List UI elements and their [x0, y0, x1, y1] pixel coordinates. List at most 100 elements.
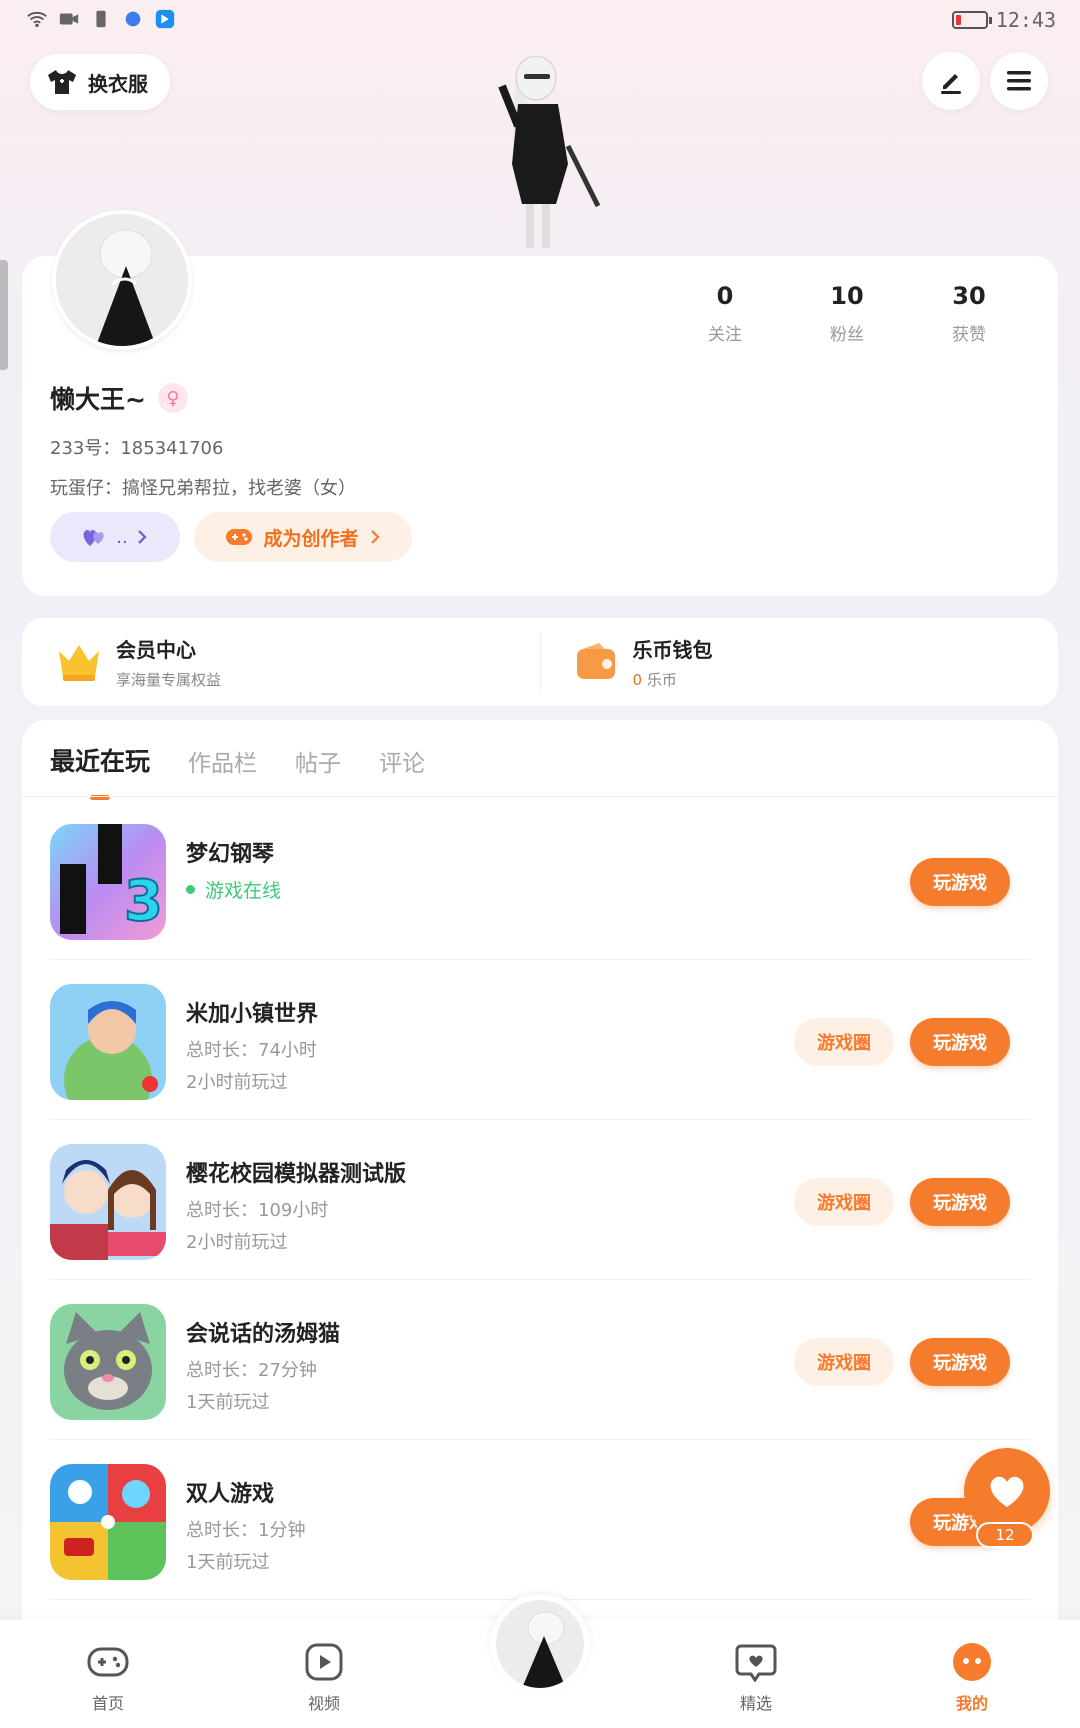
game-last-played: 1天前玩过 — [186, 1392, 270, 1413]
member-center-title: 会员中心 — [116, 638, 196, 662]
member-wallet-card: 会员中心 享海量专属权益 乐币钱包 0 乐币 — [22, 618, 1058, 706]
gamepad-icon — [86, 1640, 130, 1684]
app-notify-icon-2 — [155, 9, 175, 29]
game-icon-dream-piano[interactable]: 3 — [50, 824, 166, 940]
nav-video[interactable]: 视频 — [264, 1640, 384, 1714]
game-name: 梦幻钢琴 — [186, 842, 275, 867]
status-icons — [26, 8, 176, 30]
following-label: 关注 — [708, 325, 742, 345]
game-name: 会说话的汤姆猫 — [186, 1322, 341, 1347]
hamburger-icon — [1007, 71, 1031, 91]
sim-icon — [96, 10, 106, 28]
game-last-played: 1天前玩过 — [186, 1552, 270, 1573]
edge-handle[interactable] — [0, 260, 8, 370]
game-name: 樱花校园模拟器测试版 — [186, 1162, 407, 1187]
heart-icon — [990, 1476, 1024, 1507]
game-name: 双人游戏 — [186, 1482, 275, 1507]
game-duration: 总时长：109小时 — [186, 1200, 329, 1221]
chevron-right-icon — [137, 530, 147, 544]
menu-button[interactable] — [990, 52, 1048, 110]
nav-mine[interactable]: 我的 — [912, 1640, 1032, 1714]
member-center-subtitle: 享海量专属权益 — [116, 671, 222, 689]
chevron-right-icon — [370, 530, 380, 544]
tab-comments[interactable]: 评论 — [379, 744, 425, 778]
wallet-amount: 0 — [632, 671, 643, 689]
likes-label: 获赞 — [952, 325, 986, 345]
game-circle-button[interactable]: 游戏圈 — [794, 1018, 894, 1066]
nav-featured[interactable]: 精选 — [696, 1640, 816, 1714]
avatar-character-figure[interactable] — [480, 55, 610, 256]
wallet-entry[interactable]: 乐币钱包 0 乐币 — [541, 618, 1059, 706]
nav-mine-label: 我的 — [955, 1694, 988, 1713]
wallet-icon — [576, 643, 615, 679]
change-outfit-label: 换衣服 — [88, 71, 148, 96]
wifi-icon — [27, 11, 47, 28]
game-last-played: 2小时前玩过 — [186, 1072, 288, 1093]
game-icon-talking-tom[interactable] — [50, 1304, 166, 1420]
tab-recent-playing[interactable]: 最近在玩 — [50, 742, 150, 800]
username-row: 懒大王~ ♀ — [50, 380, 188, 416]
edit-button[interactable] — [922, 52, 980, 110]
online-dot-icon — [186, 885, 195, 894]
game-duration: 总时长：27分钟 — [186, 1360, 317, 1381]
following-count: 0 — [716, 282, 734, 310]
hearts-icon — [83, 530, 104, 546]
game-row[interactable]: 樱花校园模拟器测试版 总时长：109小时 2小时前玩过 游戏圈 玩游戏 — [50, 1120, 1030, 1280]
nav-home[interactable]: 首页 — [48, 1640, 168, 1714]
become-creator-label: 成为创作者 — [263, 527, 359, 550]
status-bar: 12:43 — [0, 0, 1080, 44]
recent-games-card: 最近在玩 作品栏 帖子 评论 3 梦幻钢琴 游戏在线 玩游戏 米加小镇世界 总时… — [22, 720, 1058, 1620]
svg-text:3: 3 — [124, 869, 163, 934]
member-center-entry[interactable]: 会员中心 享海量专属权益 — [22, 618, 540, 706]
game-name: 米加小镇世界 — [186, 1002, 319, 1027]
game-icon-sakura-school[interactable] — [50, 1144, 166, 1260]
change-outfit-button[interactable]: 换衣服 — [30, 54, 170, 110]
status-right: 12:43 — [951, 8, 1056, 32]
game-online-text: 游戏在线 — [205, 880, 282, 902]
battery-icon — [951, 11, 992, 29]
gender-female-icon: ♀ — [157, 383, 188, 413]
stat-followers[interactable]: 10 粉丝 — [786, 282, 908, 345]
game-row[interactable]: 3 梦幻钢琴 游戏在线 玩游戏 — [50, 800, 1030, 960]
game-row[interactable]: 米加小镇世界 总时长：74小时 2小时前玩过 游戏圈 玩游戏 — [50, 960, 1030, 1120]
play-game-button[interactable]: 玩游戏 — [910, 1178, 1010, 1226]
username: 懒大王~ — [50, 385, 146, 414]
crown-icon — [59, 645, 99, 681]
likes-count: 30 — [952, 282, 986, 310]
tab-works[interactable]: 作品栏 — [188, 744, 257, 778]
badge-pill-text: .. — [116, 526, 128, 548]
game-last-played: 2小时前玩过 — [186, 1232, 288, 1253]
user-id: 233号：185341706 — [50, 438, 224, 459]
game-online-status: 游戏在线 — [186, 876, 281, 903]
heart-chat-icon — [734, 1640, 778, 1684]
stat-likes[interactable]: 30 获赞 — [908, 282, 1030, 345]
profile-stats: 0 关注 10 粉丝 30 获赞 — [664, 282, 1030, 345]
game-icon-two-player[interactable] — [50, 1464, 166, 1580]
wallet-unit: 乐币 — [646, 671, 677, 689]
game-icon-miga-town[interactable] — [50, 984, 166, 1100]
nav-featured-label: 精选 — [739, 1694, 772, 1713]
nav-center-avatar[interactable] — [490, 1594, 590, 1694]
followers-label: 粉丝 — [830, 325, 864, 345]
tab-posts[interactable]: 帖子 — [295, 744, 341, 778]
stat-following[interactable]: 0 关注 — [664, 282, 786, 345]
badge-pill-button[interactable]: .. — [50, 512, 180, 562]
app-notify-icon — [125, 11, 141, 27]
followers-count: 10 — [830, 282, 864, 310]
play-game-button[interactable]: 玩游戏 — [910, 1018, 1010, 1066]
game-circle-button[interactable]: 游戏圈 — [794, 1178, 894, 1226]
status-time: 12:43 — [995, 8, 1056, 32]
game-circle-button[interactable]: 游戏圈 — [794, 1338, 894, 1386]
nav-home-label: 首页 — [91, 1694, 124, 1713]
game-row[interactable]: 会说话的汤姆猫 总时长：27分钟 1天前玩过 游戏圈 玩游戏 — [50, 1280, 1030, 1440]
play-game-button[interactable]: 玩游戏 — [910, 858, 1010, 906]
game-duration: 总时长：74小时 — [186, 1040, 317, 1061]
game-row[interactable]: 双人游戏 总时长：1分钟 1天前玩过 玩游戏 — [50, 1440, 1030, 1600]
play-icon — [302, 1640, 346, 1684]
wallet-balance: 0 乐币 — [633, 669, 713, 690]
camera-status-icon — [59, 13, 79, 25]
play-game-button[interactable]: 玩游戏 — [910, 1338, 1010, 1386]
tabs-divider — [22, 796, 1058, 797]
become-creator-button[interactable]: 成为创作者 — [194, 512, 412, 562]
profile-avatar[interactable] — [52, 210, 192, 350]
